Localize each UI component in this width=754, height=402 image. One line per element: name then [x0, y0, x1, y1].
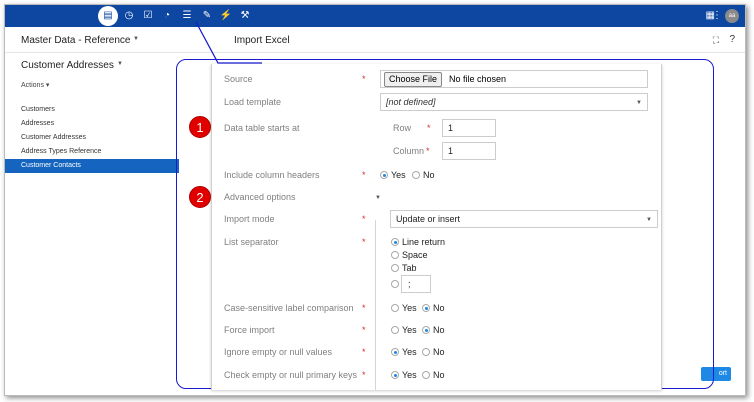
row-label: Row	[393, 123, 412, 133]
expand-icon[interactable]: ⛶	[713, 35, 719, 46]
import-mode-label: Import mode	[224, 214, 275, 224]
chevron-down-icon[interactable]: ▼	[636, 100, 642, 106]
wrench-icon[interactable]: ⚒	[238, 9, 252, 23]
radio-label: No	[423, 170, 435, 180]
include-headers-no-radio[interactable]	[412, 171, 420, 179]
radio-label: Yes	[402, 370, 417, 380]
radio-label: Yes	[391, 170, 406, 180]
import-form-panel: Source * Choose File No file chosen Load…	[211, 64, 662, 390]
sidebar: Customer Addresses ▼ Actions ▾ Customers…	[5, 54, 179, 395]
checkbox-icon[interactable]: ☑	[141, 9, 155, 23]
sidebar-list: Customers Addresses Customer Addresses A…	[5, 103, 179, 173]
dataspace-selector[interactable]: Master Data - Reference	[21, 35, 131, 46]
required-mark: *	[362, 325, 366, 335]
required-mark: *	[426, 146, 430, 156]
include-headers-label: Include column headers	[224, 170, 320, 180]
separator-tab-radio[interactable]	[391, 264, 399, 272]
data-table-label: Data table starts at	[224, 123, 300, 133]
help-icon[interactable]: ?	[729, 34, 735, 45]
radio-label: Yes	[402, 325, 417, 335]
required-mark: *	[362, 347, 366, 357]
radio-label: No	[433, 370, 445, 380]
force-import-label: Force import	[224, 325, 275, 335]
chevron-down-icon[interactable]: ▼	[375, 195, 381, 201]
column-label: Column	[393, 146, 425, 156]
advanced-options-toggle[interactable]: Advanced options	[224, 192, 296, 202]
page-title: Import Excel	[234, 35, 290, 46]
separator-line-return-radio[interactable]	[391, 238, 399, 246]
column-input[interactable]: 1	[442, 142, 496, 160]
callout-badge-2: 2	[189, 186, 211, 208]
top-toolbar: ▤ ◷ ☑ ◔ ☰ ✎ ⚡ ⚒ ▦ ⋮ aa	[5, 5, 745, 27]
database-icon[interactable]: ▤	[98, 6, 118, 26]
check-empty-pk-label: Check empty or null primary keys	[224, 370, 358, 380]
advanced-divider	[375, 220, 376, 390]
list-icon[interactable]: ☰	[180, 9, 194, 23]
radio-label: Line return	[402, 237, 446, 247]
callout-badge-1: 1	[189, 116, 211, 138]
sidebar-item-customer-addresses[interactable]: Customer Addresses	[5, 131, 179, 145]
chevron-down-icon[interactable]: ▼	[646, 217, 652, 223]
case-sensitive-yes-radio[interactable]	[391, 304, 399, 312]
edit-check-icon[interactable]: ✎	[200, 9, 214, 23]
clock-icon[interactable]: ◷	[122, 9, 136, 23]
load-template-label: Load template	[224, 97, 282, 107]
avatar[interactable]: aa	[725, 9, 739, 23]
gauge-icon[interactable]: ◔	[160, 9, 174, 23]
plug-icon[interactable]: ⚡	[219, 9, 233, 23]
separator-space-radio[interactable]	[391, 251, 399, 259]
include-headers-yes-radio[interactable]	[380, 171, 388, 179]
check-empty-pk-no-radio[interactable]	[422, 371, 430, 379]
case-sensitive-label: Case-sensitive label comparison	[224, 303, 354, 313]
source-label: Source	[224, 74, 253, 84]
radio-label: Tab	[402, 263, 417, 273]
ignore-empty-no-radio[interactable]	[422, 348, 430, 356]
radio-label: No	[433, 347, 445, 357]
actions-menu[interactable]: Actions ▾	[21, 81, 49, 89]
sidebar-item-customer-contacts[interactable]: Customer Contacts	[5, 159, 179, 173]
file-status-text: No file chosen	[449, 74, 507, 84]
required-mark: *	[362, 74, 366, 84]
radio-label: Space	[402, 250, 428, 260]
row-input[interactable]: 1	[442, 119, 496, 137]
sidebar-title[interactable]: Customer Addresses	[21, 60, 114, 71]
required-mark: *	[362, 303, 366, 313]
list-separator-label: List separator	[224, 237, 279, 247]
check-empty-pk-yes-radio[interactable]	[391, 371, 399, 379]
chevron-down-icon[interactable]: ▼	[117, 61, 123, 67]
more-vert-icon[interactable]: ⋮	[712, 9, 722, 23]
sidebar-item-addresses[interactable]: Addresses	[5, 117, 179, 131]
choose-file-button[interactable]: Choose File	[384, 72, 443, 87]
radio-label: No	[433, 303, 445, 313]
required-mark: *	[362, 237, 366, 247]
ignore-empty-yes-radio[interactable]	[391, 348, 399, 356]
required-mark: *	[427, 123, 431, 133]
force-import-yes-radio[interactable]	[391, 326, 399, 334]
required-mark: *	[362, 170, 366, 180]
radio-label: Yes	[402, 303, 417, 313]
chevron-down-icon[interactable]: ▼	[133, 36, 139, 42]
separator-custom-radio[interactable]	[391, 280, 399, 288]
sub-header: Master Data - Reference ▼ Import Excel ⛶…	[5, 27, 745, 53]
separator-custom-input[interactable]: ;	[401, 275, 431, 293]
import-mode-select[interactable]: Update or insert	[390, 210, 658, 228]
sidebar-item-customers[interactable]: Customers	[5, 103, 179, 117]
radio-label: No	[433, 325, 445, 335]
sidebar-item-address-types-reference[interactable]: Address Types Reference	[5, 145, 179, 159]
load-template-select[interactable]: [not defined]	[380, 93, 648, 111]
case-sensitive-no-radio[interactable]	[422, 304, 430, 312]
force-import-no-radio[interactable]	[422, 326, 430, 334]
required-mark: *	[362, 214, 366, 224]
radio-label: Yes	[402, 347, 417, 357]
required-mark: *	[362, 370, 366, 380]
ignore-empty-label: Ignore empty or null values	[224, 347, 333, 357]
